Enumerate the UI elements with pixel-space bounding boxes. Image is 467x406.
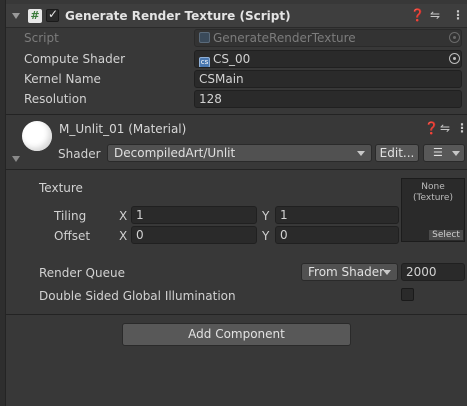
compute-shader-picker-icon[interactable]	[449, 53, 460, 64]
help-icon[interactable]: ❓	[410, 8, 425, 22]
texture-slot[interactable]: None (Texture) Select	[401, 178, 465, 242]
double-sided-gi-label: Double Sided Global Illumination	[39, 289, 236, 303]
foldout-arrow-icon[interactable]	[12, 13, 20, 19]
texture-label: Texture	[39, 181, 83, 195]
resolution-label: Resolution	[24, 92, 87, 106]
material-help-icon[interactable]: ❓	[424, 121, 439, 135]
script-field: GenerateRenderTexture	[194, 29, 462, 47]
render-queue-mode-dropdown[interactable]: From Shader	[301, 263, 398, 281]
script-value: GenerateRenderTexture	[213, 31, 356, 45]
tiling-x-input[interactable]: 1	[131, 206, 257, 224]
inspector-gutter	[0, 0, 6, 406]
chevron-down-icon	[452, 151, 460, 156]
render-queue-mode-value: From Shader	[308, 265, 385, 279]
section-divider	[6, 114, 467, 115]
shader-value: DecompiledArt/Unlit	[114, 146, 236, 160]
material-kebab-menu-icon[interactable]: ⋮	[456, 121, 467, 135]
compute-shader-label: Compute Shader	[24, 52, 126, 66]
list-icon: ☰	[433, 146, 443, 159]
component-enabled-checkbox[interactable]	[46, 7, 59, 22]
double-sided-gi-checkbox[interactable]	[401, 288, 414, 301]
material-divider	[6, 169, 467, 170]
material-preview-sphere	[22, 121, 52, 151]
render-queue-label: Render Queue	[39, 266, 125, 280]
script-label: Script	[24, 31, 59, 45]
render-queue-input[interactable]: 2000	[401, 263, 465, 281]
offset-y-input[interactable]: 0	[275, 226, 399, 244]
kernel-name-input[interactable]: CSMain	[194, 70, 462, 88]
kernel-name-label: Kernel Name	[24, 72, 101, 86]
offset-label: Offset	[54, 229, 91, 243]
material-presets-icon[interactable]: ⇋	[440, 121, 450, 135]
chevron-down-icon	[357, 151, 365, 156]
offset-x-input[interactable]: 0	[131, 226, 257, 244]
compute-shader-value: CS_00	[213, 52, 251, 66]
component-title: Generate Render Texture (Script)	[65, 9, 291, 23]
shader-edit-button[interactable]: Edit...	[375, 144, 419, 162]
tiling-label: Tiling	[54, 209, 87, 223]
tiling-y-input[interactable]: 1	[275, 206, 399, 224]
shader-options-dropdown[interactable]: ☰	[423, 144, 465, 162]
tiling-y-label: Y	[262, 209, 270, 223]
compute-shader-asset-icon: cs	[199, 57, 210, 67]
compute-shader-field[interactable]: cs CS_00	[194, 50, 462, 68]
presets-icon[interactable]: ⇋	[430, 8, 440, 22]
resolution-input[interactable]: 128	[194, 90, 462, 108]
texture-slot-text: None (Texture)	[413, 182, 453, 203]
component-header[interactable]: # Generate Render Texture (Script) ❓ ⇋ ⋮	[6, 4, 467, 28]
shader-label: Shader	[58, 147, 101, 161]
offset-y-label: Y	[262, 229, 270, 243]
script-icon: #	[28, 9, 42, 23]
shader-dropdown[interactable]: DecompiledArt/Unlit	[107, 144, 372, 162]
script-asset-icon	[199, 32, 210, 43]
kebab-menu-icon[interactable]: ⋮	[452, 8, 464, 22]
texture-select-button[interactable]: Select	[428, 229, 464, 241]
offset-x-label: X	[119, 229, 128, 243]
material-foldout-arrow-icon[interactable]	[12, 156, 20, 162]
script-picker-icon	[449, 32, 460, 43]
footer-divider	[6, 314, 467, 315]
chevron-down-icon	[383, 270, 391, 275]
material-title: M_Unlit_01 (Material)	[59, 122, 187, 136]
add-component-button[interactable]: Add Component	[122, 323, 351, 346]
tiling-x-label: X	[119, 209, 128, 223]
